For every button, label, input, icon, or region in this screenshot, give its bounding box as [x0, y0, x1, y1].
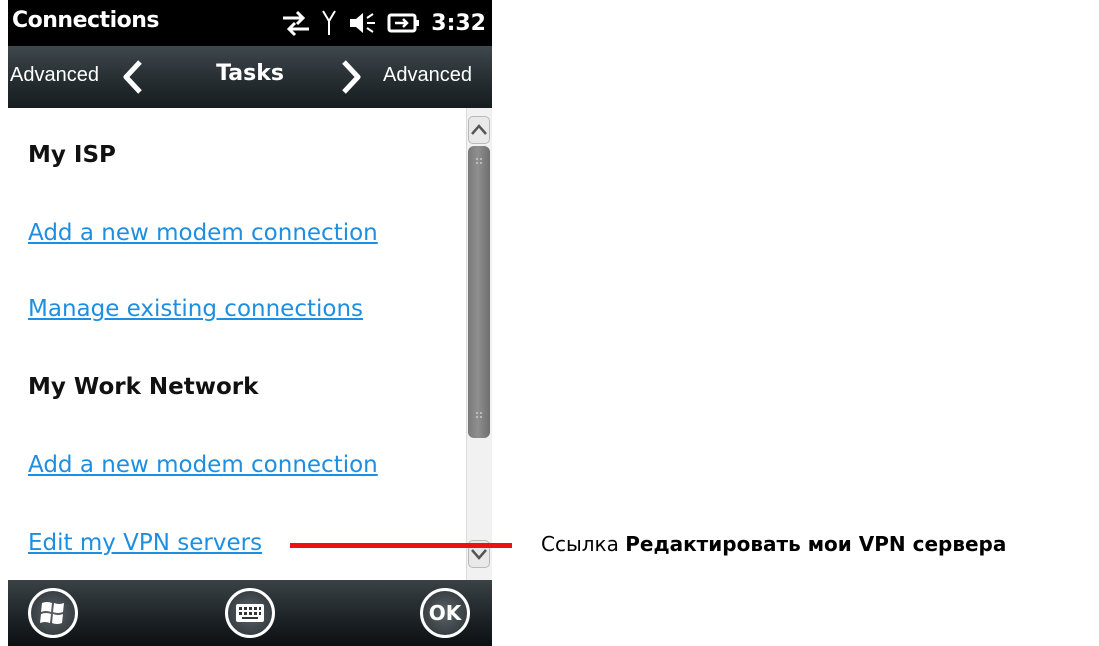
device-screen: Connections 3:32 Advanced Tasks Advanced… — [8, 0, 492, 646]
start-button[interactable] — [28, 588, 78, 638]
callout-annotation: Ссылка Редактировать мои VPN сервера — [541, 532, 1006, 556]
app-title: Connections — [12, 8, 159, 33]
data-transfer-icon — [283, 10, 310, 37]
ok-label: OK — [428, 601, 462, 625]
bottom-toolbar: OK — [8, 580, 492, 646]
clock: 3:32 — [431, 10, 486, 36]
link-edit-vpn-servers[interactable]: Edit my VPN servers — [28, 530, 262, 556]
windows-start-icon — [40, 602, 64, 624]
callout-prefix: Ссылка — [541, 532, 619, 556]
callout-line — [290, 543, 512, 548]
speaker-icon — [350, 13, 376, 33]
chevron-right-icon[interactable] — [338, 58, 364, 96]
ok-button[interactable]: OK — [420, 588, 470, 638]
section-heading-my-work-network: My Work Network — [28, 374, 259, 400]
battery-charging-icon — [387, 13, 420, 33]
scroll-thumb[interactable] — [468, 146, 490, 438]
keyboard-button[interactable] — [225, 588, 275, 638]
link-add-modem-connection-isp[interactable]: Add a new modem connection — [28, 220, 378, 246]
tab-next-label[interactable]: Advanced — [383, 64, 472, 87]
signal-antenna-icon — [322, 10, 337, 35]
status-bar: Connections 3:32 — [8, 0, 492, 46]
link-add-modem-connection-work[interactable]: Add a new modem connection — [28, 452, 378, 478]
section-heading-my-isp: My ISP — [28, 142, 116, 168]
vertical-scrollbar[interactable] — [466, 108, 492, 580]
keyboard-icon — [236, 604, 264, 622]
chevron-up-icon — [471, 124, 487, 135]
scroll-up-button[interactable] — [468, 116, 490, 144]
grip-icon — [476, 412, 482, 418]
link-manage-existing-connections[interactable]: Manage existing connections — [28, 296, 363, 322]
status-icons: 3:32 — [281, 6, 486, 40]
task-list: My ISP Add a new modem connection Manage… — [8, 108, 466, 580]
grip-icon — [476, 158, 482, 164]
tab-navigation-bar: Advanced Tasks Advanced — [8, 46, 492, 109]
callout-bold-text: Редактировать мои VPN сервера — [625, 532, 1007, 556]
